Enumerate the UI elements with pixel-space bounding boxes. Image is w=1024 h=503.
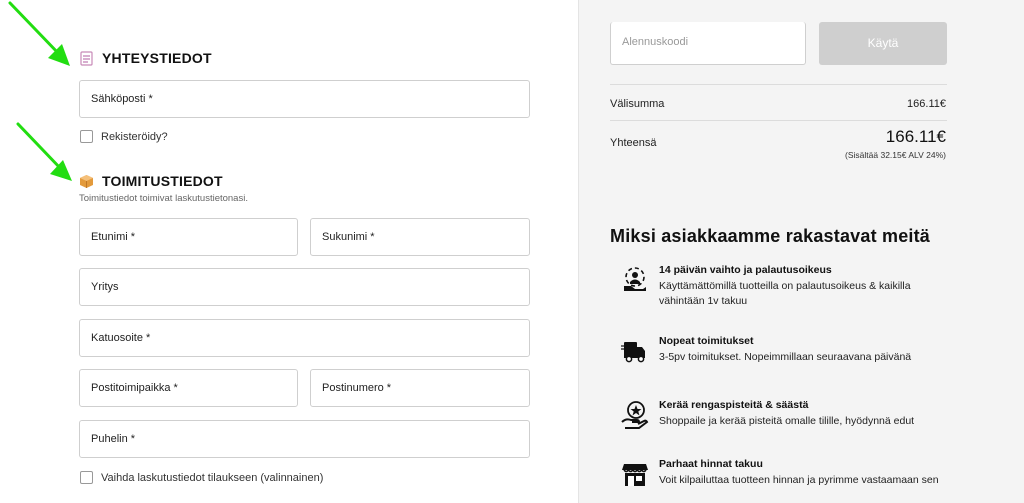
feature-title: Kerää rengaspisteitä & säästä [659, 399, 809, 411]
register-label: Rekisteröidy? [101, 130, 168, 143]
shipping-subtext: Toimitustiedot toimivat laskutustietonas… [79, 193, 248, 204]
first-name-field[interactable]: Etunimi * [79, 218, 298, 256]
company-field[interactable]: Yritys [79, 268, 530, 306]
city-field[interactable]: Postitoimipaikka * [79, 369, 298, 407]
postcode-field[interactable]: Postinumero * [310, 369, 530, 407]
email-field[interactable]: Sähköposti * [79, 80, 530, 118]
contact-card-icon [80, 50, 93, 66]
contact-heading-text: YHTEYSTIEDOT [102, 50, 212, 66]
feature-description: Voit kilpailuttaa tuotteen hinnan ja pyr… [659, 474, 939, 486]
annotation-arrow-icon [16, 122, 72, 181]
city-placeholder: Postitoimipaikka * [91, 382, 178, 394]
why-us-title: Miksi asiakkaamme rakastavat meitä [610, 226, 931, 246]
change-billing-checkbox-row[interactable]: Vaihda laskutustiedot tilaukseen (valinn… [80, 471, 323, 484]
email-placeholder: Sähköposti * [91, 93, 153, 105]
reward-star-hand-icon [621, 401, 649, 429]
total-label: Yhteensä [610, 137, 657, 149]
street-address-field[interactable]: Katuosoite * [79, 319, 530, 357]
coupon-placeholder: Alennuskoodi [622, 36, 689, 48]
phone-placeholder: Puhelin * [91, 433, 136, 445]
street-placeholder: Katuosoite * [91, 332, 151, 344]
divider [610, 120, 947, 121]
annotation-arrow-icon [8, 1, 70, 66]
return-exchange-icon [624, 267, 646, 291]
apply-coupon-button[interactable]: Käytä [819, 22, 947, 65]
divider [610, 84, 947, 85]
subtotal-label: Välisumma [610, 98, 665, 110]
register-checkbox-row[interactable]: Rekisteröidy? [80, 130, 168, 143]
feature-description: Shoppaile ja kerää pisteitä omalle tilil… [659, 415, 915, 427]
last-name-placeholder: Sukunimi * [322, 231, 375, 243]
feature-item: Nopeat toimitukset 3-5pv toimitukset. No… [621, 335, 941, 375]
subtotal-value: 166.11€ [907, 98, 946, 110]
feature-item: Parhaat hinnat takuu Voit kilpailuttaa t… [621, 458, 941, 503]
feature-description: Käyttämättömillä tuotteilla on palautuso… [659, 280, 911, 307]
tax-note: (Sisältää 32.15€ ALV 24%) [845, 150, 946, 160]
feature-description: 3-5pv toimitukset. Nopeimmillaan seuraav… [659, 351, 912, 363]
register-checkbox[interactable] [80, 130, 93, 143]
change-billing-checkbox[interactable] [80, 471, 93, 484]
last-name-field[interactable]: Sukunimi * [310, 218, 530, 256]
phone-field[interactable]: Puhelin * [79, 420, 530, 458]
feature-title: Nopeat toimitukset [659, 335, 754, 347]
feature-title: 14 päivän vaihto ja palautusoikeus [659, 264, 832, 276]
first-name-placeholder: Etunimi * [91, 231, 136, 243]
order-summary-panel: Alennuskoodi Käytä Välisumma 166.11€ Yht… [578, 0, 1024, 503]
change-billing-label: Vaihda laskutustiedot tilaukseen (valinn… [101, 471, 324, 484]
postcode-placeholder: Postinumero * [322, 382, 392, 394]
package-box-icon [80, 174, 93, 188]
contact-heading: YHTEYSTIEDOT [79, 50, 212, 66]
total-value: 166.11€ [885, 127, 946, 146]
feature-item: Kerää rengaspisteitä & säästä Shoppaile … [621, 399, 941, 439]
apply-coupon-label: Käytä [867, 36, 899, 50]
coupon-code-input[interactable]: Alennuskoodi [610, 22, 806, 65]
company-placeholder: Yritys [91, 281, 119, 293]
delivery-truck-icon [621, 342, 645, 363]
feature-item: 14 päivän vaihto ja palautusoikeus Käytt… [621, 264, 941, 320]
store-icon [622, 464, 648, 486]
shipping-heading-text: TOIMITUSTIEDOT [102, 173, 223, 189]
feature-title: Parhaat hinnat takuu [659, 458, 763, 470]
shipping-heading: TOIMITUSTIEDOT [79, 173, 223, 189]
